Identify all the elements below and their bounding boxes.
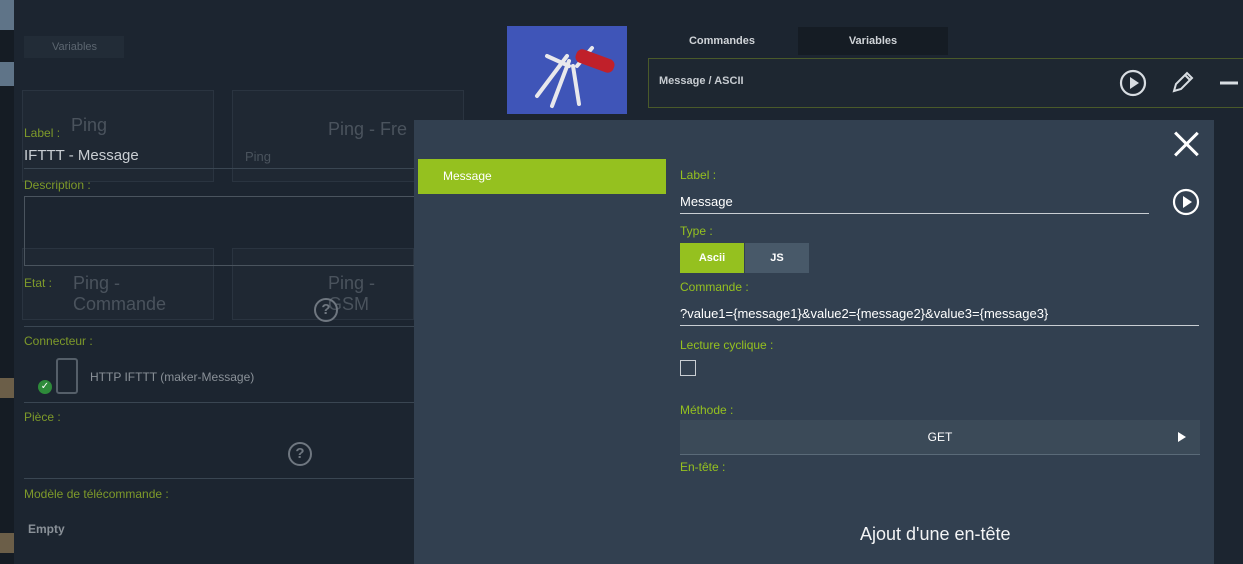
- play-icon[interactable]: [1172, 188, 1200, 216]
- thumbnail: [0, 62, 14, 86]
- modele-caption: Modèle de télécommande :: [24, 487, 169, 501]
- description-textarea: [24, 196, 416, 266]
- minus-icon[interactable]: [1215, 69, 1243, 97]
- label-value: IFTTT - Message: [24, 147, 139, 164]
- phone-icon: [56, 358, 78, 394]
- divider: [24, 402, 414, 403]
- label-caption: Label :: [680, 168, 717, 182]
- methode-caption: Méthode :: [680, 403, 734, 417]
- close-icon[interactable]: [1172, 130, 1200, 158]
- type-js-button[interactable]: JS: [745, 243, 809, 273]
- modele-value: Empty: [28, 522, 65, 536]
- methode-select[interactable]: GET: [680, 420, 1200, 455]
- help-icon: ?: [314, 298, 338, 322]
- commande-caption: Commande :: [680, 280, 749, 294]
- add-header-button[interactable]: Ajout d'une en-tête: [860, 524, 1011, 545]
- etat-caption: Etat :: [24, 276, 53, 290]
- divider: [24, 478, 414, 479]
- commande-input[interactable]: [680, 306, 1199, 326]
- thumbnail: [0, 378, 14, 398]
- divider: [24, 168, 414, 169]
- left-strip: [0, 0, 14, 564]
- device-image: [507, 26, 627, 114]
- piece-caption: Pièce :: [24, 410, 61, 424]
- help-icon: ?: [288, 442, 312, 466]
- tab-bar: Commandes Variables: [647, 27, 1243, 55]
- triangle-right-icon: [1178, 432, 1186, 442]
- command-bar: Message / ASCII: [648, 58, 1243, 108]
- command-title: Message / ASCII: [659, 75, 744, 87]
- connecteur-value: HTTP IFTTT (maker-Message): [90, 370, 255, 384]
- thumbnail: [0, 0, 14, 30]
- sidebar-item-message[interactable]: Message: [418, 159, 666, 194]
- type-caption: Type :: [680, 224, 713, 238]
- check-icon: ✓: [38, 380, 52, 394]
- bg-button: Variables: [24, 36, 124, 58]
- cyclic-caption: Lecture cyclique :: [680, 338, 774, 352]
- tab-variables[interactable]: Variables: [798, 27, 948, 55]
- type-ascii-button[interactable]: Ascii: [680, 243, 744, 273]
- variable-editor-modal: Message Label : Type : Ascii JS Commande…: [414, 120, 1214, 564]
- description-caption: Description :: [24, 178, 91, 192]
- thumbnail: [0, 533, 14, 553]
- divider: [24, 326, 414, 327]
- cyclic-checkbox[interactable]: [680, 360, 696, 376]
- entete-caption: En-tête :: [680, 460, 726, 474]
- connecteur-caption: Connecteur :: [24, 334, 93, 348]
- pencil-icon[interactable]: [1168, 69, 1196, 97]
- play-icon[interactable]: [1119, 69, 1147, 97]
- label-caption: Label :: [24, 126, 61, 140]
- methode-value: GET: [927, 430, 953, 444]
- label-input[interactable]: [680, 194, 1149, 214]
- tab-commandes[interactable]: Commandes: [647, 27, 797, 55]
